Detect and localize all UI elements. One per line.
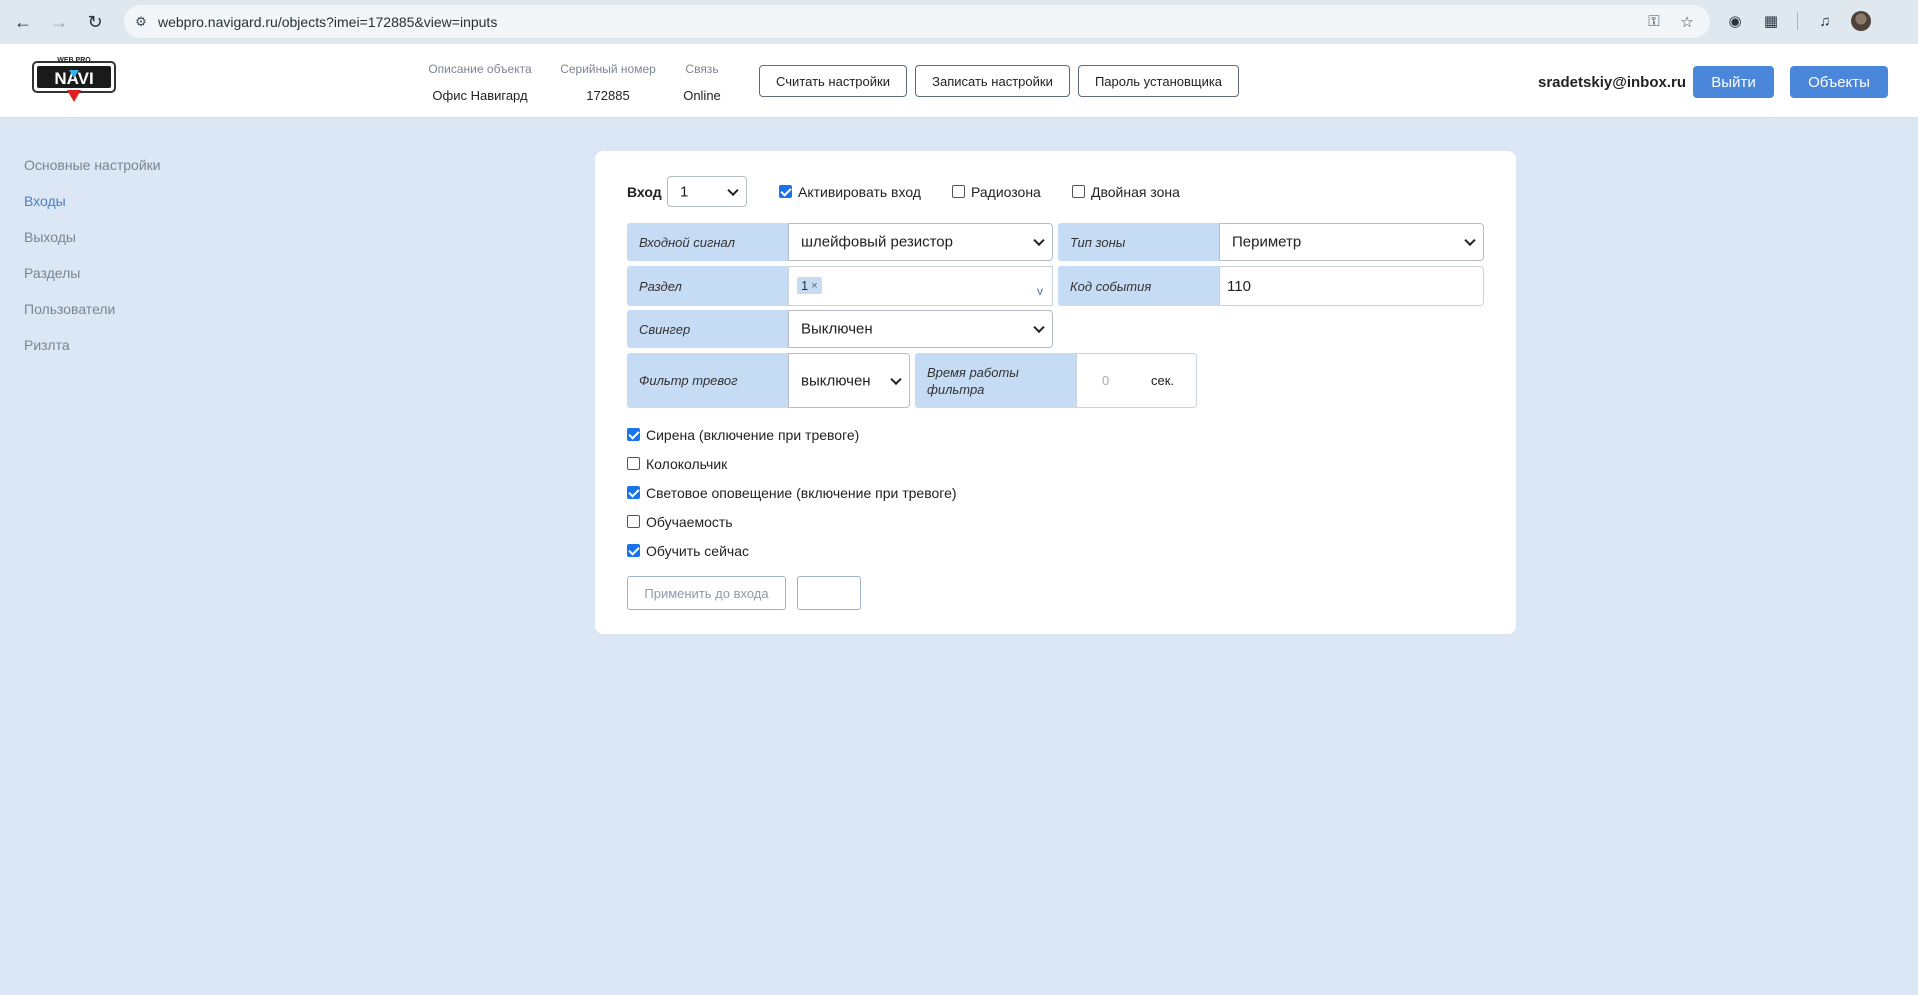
installer-password-button[interactable]: Пароль установщика [1078, 65, 1239, 97]
learnable-label: Обучаемость [646, 514, 733, 530]
navi-logo: WEB PRO NAVI [32, 57, 116, 102]
url-text[interactable]: webpro.navigard.ru/objects?imei=172885&v… [158, 14, 497, 30]
chevron-down-icon [1464, 234, 1476, 247]
light-alert-checkbox[interactable] [627, 486, 640, 499]
chevron-down-icon [1033, 321, 1045, 334]
input-number-label: Вход [627, 184, 662, 200]
sidebar-item-users[interactable]: Пользователи [24, 301, 115, 317]
input-signal-select[interactable]: шлейфовый резистор [788, 223, 1053, 261]
alarm-filter-select[interactable]: выключен [788, 353, 910, 408]
zone-type-value: Периметр [1232, 233, 1302, 251]
object-description-label: Описание объекта [428, 62, 532, 76]
light-alert-label: Световое оповещение (включение при трево… [646, 485, 957, 501]
radio-zone-checkbox[interactable] [952, 185, 965, 198]
sidebar-item-inputs[interactable]: Входы [24, 193, 66, 209]
learn-now-checkbox[interactable] [627, 544, 640, 557]
event-code-value: 110 [1227, 278, 1251, 295]
tag-remove-icon[interactable]: × [811, 280, 817, 292]
sidebar-item-main-settings[interactable]: Основные настройки [24, 157, 161, 173]
object-description-value: Офис Навигард [432, 88, 528, 103]
input-number-select[interactable]: 1 [667, 176, 747, 207]
object-description: Описание объекта Офис Навигард [420, 62, 540, 103]
chime-checkbox[interactable] [627, 457, 640, 470]
chevron-down-icon [890, 373, 902, 385]
apply-to-input-button[interactable]: Применить до входа [627, 576, 786, 610]
filter-time-unit: сек. [1151, 373, 1175, 388]
learn-now-label: Обучить сейчас [646, 543, 749, 559]
objects-button[interactable]: Объекты [1790, 66, 1888, 98]
partition-multiselect[interactable]: 1 × v [788, 266, 1053, 306]
toolbar-divider [1797, 12, 1798, 30]
partition-tag-value: 1 [801, 278, 809, 293]
double-zone-checkbox[interactable] [1072, 185, 1085, 198]
read-settings-button[interactable]: Считать настройки [759, 65, 907, 97]
bookmark-star-icon[interactable]: ☆ [1677, 13, 1697, 31]
connection-label: Связь [685, 62, 719, 76]
chevron-down-icon [727, 184, 739, 196]
password-key-icon[interactable]: ⚿ [1644, 13, 1664, 30]
forward-icon[interactable]: → [47, 10, 71, 34]
serial-number: Серийный номер 172885 [551, 62, 665, 103]
app-header: WEB PRO NAVI Описание объекта Офис Навиг… [0, 44, 1918, 118]
filter-time-label: Время работы фильтра [915, 353, 1076, 408]
double-zone-label: Двойная зона [1091, 184, 1180, 200]
site-settings-icon[interactable]: ⚙ [132, 13, 150, 31]
alarm-filter-label: Фильтр тревог [627, 353, 788, 408]
alarm-filter-value: выключен [801, 372, 871, 389]
chime-label: Колокольчик [646, 456, 728, 472]
event-code-input[interactable]: 110 [1219, 266, 1484, 306]
partition-tag: 1 × [797, 277, 822, 294]
extension-icon[interactable]: ◉ [1724, 10, 1746, 32]
sidebar-item-rizlta[interactable]: Ризлта [24, 337, 70, 353]
event-code-label: Код события [1058, 266, 1219, 306]
media-icon[interactable]: ♫ [1814, 10, 1836, 32]
activate-input-label: Активировать вход [798, 184, 921, 200]
browser-toolbar: ← → ↻ ⚙ webpro.navigard.ru/objects?imei=… [0, 0, 1918, 44]
reload-icon[interactable]: ↻ [83, 10, 107, 34]
address-bar[interactable]: ⚙ webpro.navigard.ru/objects?imei=172885… [124, 5, 1710, 38]
siren-checkbox[interactable] [627, 428, 640, 441]
puzzle-icon[interactable]: ▦ [1760, 10, 1782, 32]
sidebar-item-outputs[interactable]: Выходы [24, 229, 76, 245]
zone-type-label: Тип зоны [1058, 223, 1219, 261]
zone-type-select[interactable]: Периметр [1219, 223, 1484, 261]
filter-time-field: 0 сек. [1076, 353, 1197, 408]
connection-status: Связь Online [672, 62, 732, 103]
back-icon[interactable]: ← [11, 10, 35, 34]
serial-number-value: 172885 [586, 88, 630, 103]
dropdown-toggle-icon[interactable]: v [1037, 284, 1043, 298]
connection-value: Online [683, 88, 721, 103]
sidebar-item-partitions[interactable]: Разделы [24, 265, 80, 281]
write-settings-button[interactable]: Записать настройки [915, 65, 1070, 97]
svg-text:WEB PRO: WEB PRO [57, 57, 91, 64]
radio-zone-label: Радиозона [971, 184, 1041, 200]
swinger-value: Выключен [801, 320, 873, 338]
siren-label: Сирена (включение при тревоге) [646, 427, 860, 443]
chevron-down-icon [1033, 234, 1045, 247]
learnable-checkbox[interactable] [627, 515, 640, 528]
partition-label: Раздел [627, 266, 788, 306]
input-signal-label: Входной сигнал [627, 223, 788, 261]
input-signal-value: шлейфовый резистор [801, 233, 953, 251]
logout-button[interactable]: Выйти [1693, 66, 1774, 98]
filter-time-input[interactable]: 0 [1102, 373, 1109, 388]
input-number-value: 1 [680, 183, 689, 200]
user-email: sradetskiy@inbox.ru [1538, 74, 1687, 91]
apply-target-input[interactable] [797, 576, 861, 610]
swinger-label: Свингер [627, 310, 788, 348]
swinger-select[interactable]: Выключен [788, 310, 1053, 348]
serial-number-label: Серийный номер [560, 62, 656, 76]
activate-input-checkbox[interactable] [779, 185, 792, 198]
profile-avatar[interactable] [1851, 11, 1871, 31]
input-settings-card: Вход 1 Активировать вход Радиозона Двойн… [595, 151, 1516, 634]
